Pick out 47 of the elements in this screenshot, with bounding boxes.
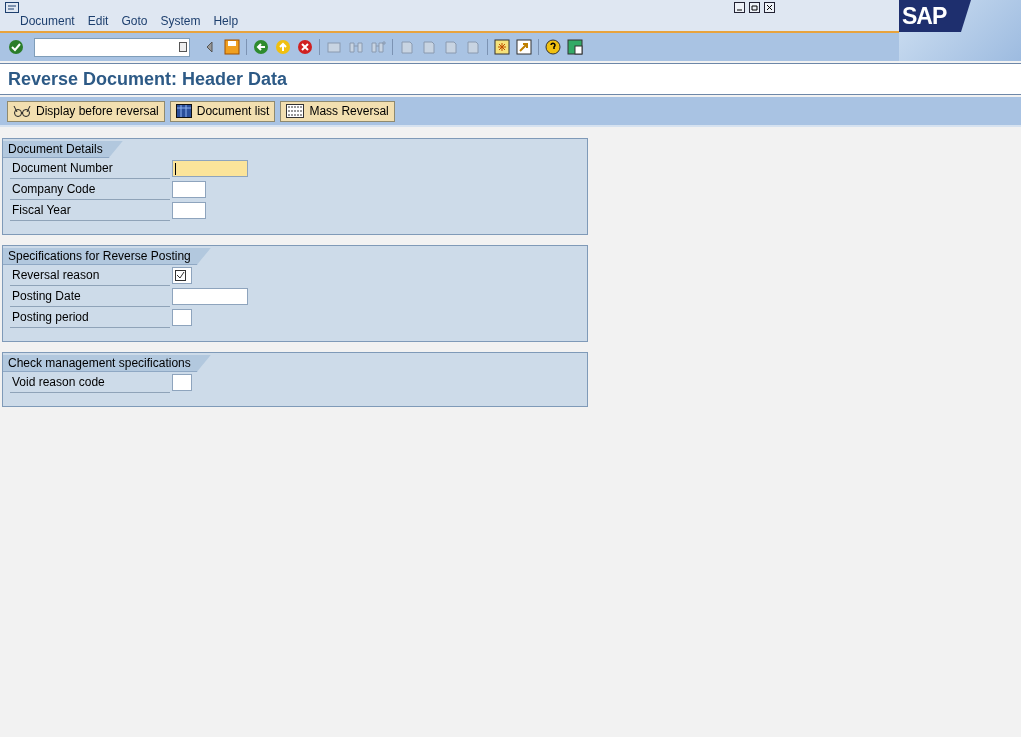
logo: SAP xyxy=(899,0,971,32)
group-title: Specifications for Reverse Posting xyxy=(3,248,211,265)
input-field[interactable] xyxy=(172,181,206,198)
checkmark-icon[interactable] xyxy=(8,39,24,55)
group-title: Check management specifications xyxy=(3,355,211,372)
menu-icon[interactable] xyxy=(5,2,19,13)
close-icon[interactable] xyxy=(764,2,775,13)
layout-icon[interactable] xyxy=(567,39,583,55)
save-icon[interactable] xyxy=(224,39,240,55)
input-field[interactable] xyxy=(172,374,192,391)
back-icon[interactable] xyxy=(253,39,269,55)
checkmark-icon xyxy=(175,270,186,281)
cancel-icon[interactable] xyxy=(297,39,313,55)
field-label: Company Code xyxy=(10,179,170,200)
field-label: Reversal reason xyxy=(10,265,170,286)
page-title: Reverse Document: Header Data xyxy=(8,68,288,90)
menu-item[interactable]: Edit xyxy=(87,14,109,28)
field-label: Void reason code xyxy=(10,372,170,393)
input-field[interactable] xyxy=(172,309,192,326)
field-label: Posting Date xyxy=(10,286,170,307)
menu-item[interactable]: Document xyxy=(20,14,75,28)
group-title: Document Details xyxy=(3,141,123,158)
document-icon xyxy=(179,42,187,52)
command-field[interactable] xyxy=(34,37,190,57)
toolbar-button[interactable]: Display before reversal xyxy=(7,100,165,122)
input-field[interactable] xyxy=(172,267,192,284)
glasses-icon xyxy=(13,104,31,118)
menu-item[interactable]: Goto xyxy=(121,14,148,28)
table-icon xyxy=(175,104,192,118)
toolbar-button[interactable]: Document list xyxy=(169,100,276,122)
text-cursor xyxy=(175,162,176,175)
input-field[interactable] xyxy=(172,160,248,177)
input-field[interactable] xyxy=(172,288,248,305)
menu-item[interactable]: Help xyxy=(213,14,239,28)
input-field[interactable] xyxy=(172,202,206,219)
new-window-icon[interactable] xyxy=(494,39,510,55)
restore-icon[interactable] xyxy=(749,2,760,13)
shortcut-icon[interactable] xyxy=(516,39,532,55)
field-label: Document Number xyxy=(10,158,170,179)
list-icon xyxy=(286,104,305,118)
menu-item[interactable]: System xyxy=(160,14,201,28)
field-label: Fiscal Year xyxy=(10,200,170,221)
up-icon[interactable] xyxy=(275,39,291,55)
field-label: Posting period xyxy=(10,307,170,328)
minimize-icon[interactable] xyxy=(734,2,745,13)
toolbar-button[interactable]: Mass Reversal xyxy=(280,100,395,122)
help-icon[interactable] xyxy=(545,39,561,55)
